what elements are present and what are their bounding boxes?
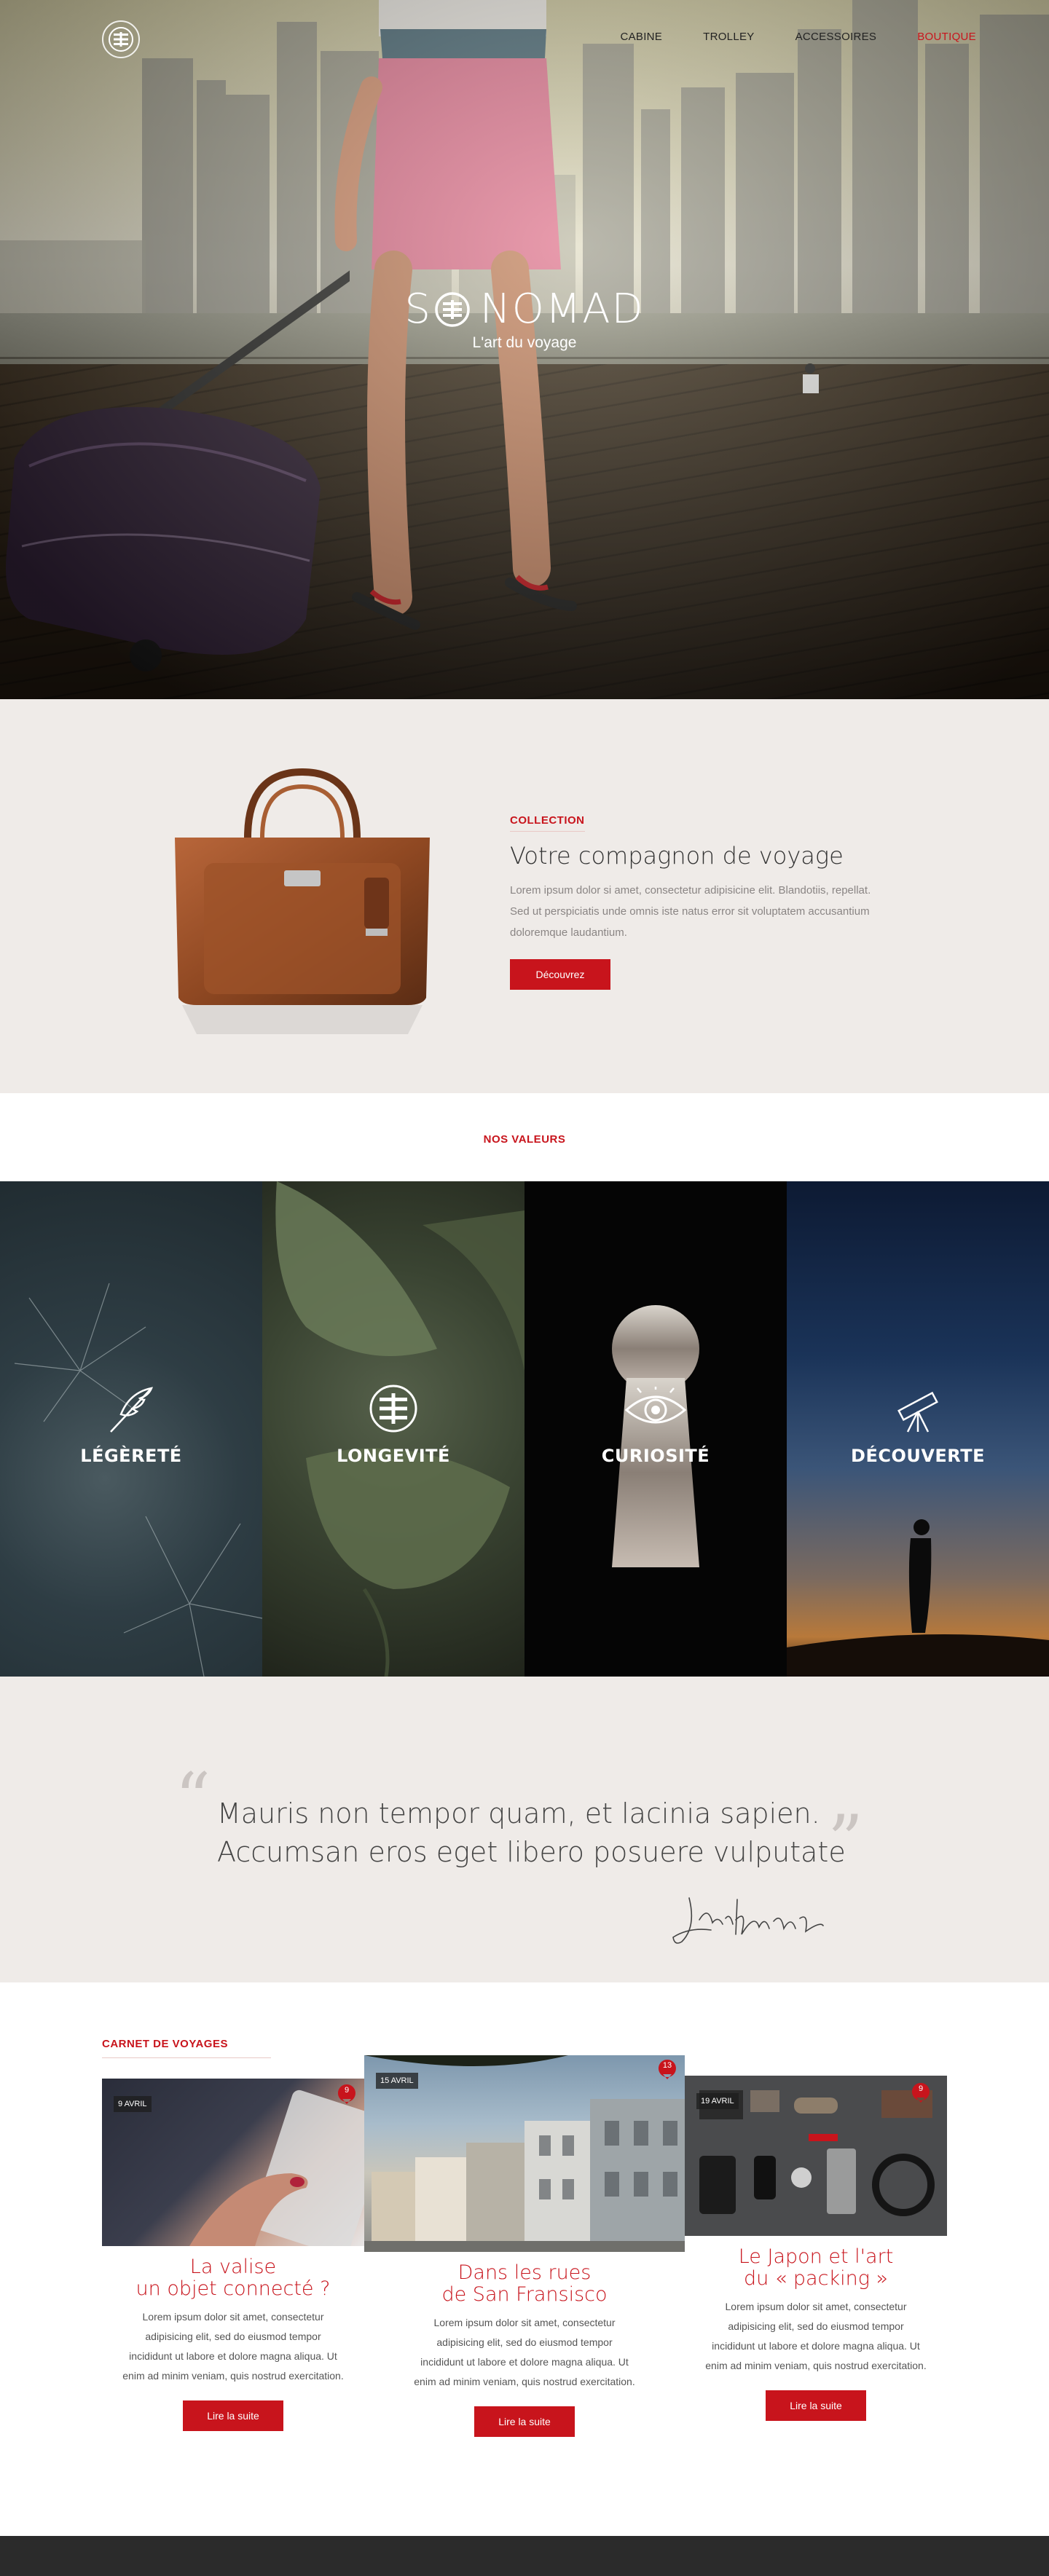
read-more-button[interactable]: Lire la suite xyxy=(474,2406,575,2437)
value-tile-decouverte[interactable]: DÉCOUVERTE xyxy=(787,1181,1049,1677)
brand-tagline: L'art du voyage xyxy=(472,334,577,351)
value-label: LÉGÈRETÉ xyxy=(80,1446,182,1466)
post-title[interactable]: La valise un objet connecté ? xyxy=(102,2256,364,2300)
brand-block: S NOMAD L'art du voyage xyxy=(0,285,1049,352)
post-excerpt: Lorem ipsum dolor sit amet, consectetur … xyxy=(122,2311,344,2382)
collection-section: COLLECTION Votre compagnon de voyage Lor… xyxy=(0,699,1049,1093)
brand-name-right: NOMAD xyxy=(479,285,645,333)
post-title-line2: un objet connecté ? xyxy=(135,2277,331,2300)
post-title[interactable]: Le Japon et l'art du « packing » xyxy=(685,2246,947,2290)
site-logo[interactable] xyxy=(102,20,140,58)
quote-close-mark: ” xyxy=(828,1800,864,1882)
nav-item-trolley[interactable]: TROLLEY xyxy=(703,31,754,43)
read-more-button[interactable]: Lire la suite xyxy=(766,2390,866,2421)
collection-eyebrow: COLLECTION xyxy=(510,814,585,832)
comment-count-badge[interactable]: 9 xyxy=(337,2083,357,2104)
product-image-bag[interactable] xyxy=(160,743,444,1063)
blog-post-card: 9 AVRIL 9 La valise un objet connecté ? L… xyxy=(102,2079,364,2431)
valeurs-heading: NOS VALEURS xyxy=(483,1133,566,1146)
value-tile-legerete[interactable]: LÉGÈRETÉ xyxy=(0,1181,262,1677)
nav-item-accessoires[interactable]: ACCESSOIRES xyxy=(795,31,877,43)
value-label: DÉCOUVERTE xyxy=(851,1446,985,1466)
hero-banner: CABINE TROLLEY ACCESSOIRES BOUTIQUE S NO… xyxy=(0,0,1049,699)
post-title-line1: Dans les rues xyxy=(457,2261,592,2284)
post-title-line1: La valise xyxy=(189,2256,277,2278)
blog-post-card: 19 AVRIL 9 Le Japon et l'art du « packing… xyxy=(685,2076,947,2421)
quote-open-mark: “ xyxy=(175,1758,211,1840)
brand-o-emblem-icon xyxy=(435,291,470,327)
carnet-section: CARNET DE VOYAGES 9 AVRIL 9 La valise un … xyxy=(0,1982,1049,2536)
post-excerpt: Lorem ipsum dolor sit amet, consectetur … xyxy=(705,2301,927,2371)
collection-title: Votre compagnon de voyage xyxy=(510,842,844,870)
main-nav: CABINE TROLLEY ACCESSOIRES BOUTIQUE xyxy=(579,31,976,43)
carnet-heading: CARNET DE VOYAGES xyxy=(102,2038,271,2058)
post-title-line2: de San Fransisco xyxy=(441,2283,608,2306)
post-title[interactable]: Dans les rues de San Fransisco xyxy=(364,2262,685,2306)
quote-line-2: Accumsan eros eget libero posuere vulput… xyxy=(217,1836,846,1868)
comment-count: 13 xyxy=(662,2061,672,2070)
post-excerpt: Lorem ipsum dolor sit amet, consectetur … xyxy=(414,2317,635,2387)
post-image[interactable]: 9 AVRIL 9 xyxy=(102,2079,364,2246)
nav-item-cabine[interactable]: CABINE xyxy=(620,31,662,43)
post-image[interactable]: 15 AVRIL 13 xyxy=(364,2055,685,2252)
read-more-button[interactable]: Lire la suite xyxy=(183,2400,283,2431)
longevity-emblem-icon xyxy=(109,27,133,52)
post-title-line1: Le Japon et l'art xyxy=(738,2245,894,2268)
quote-text: Mauris non tempor quam, et lacinia sapie… xyxy=(217,1795,846,1872)
collection-text: COLLECTION Votre compagnon de voyage Lor… xyxy=(510,814,889,990)
post-image[interactable]: 19 AVRIL 9 xyxy=(685,2076,947,2236)
quote-line-1: Mauris non tempor quam, et lacinia sapie… xyxy=(217,1797,820,1829)
valeurs-tiles: LÉGÈRETÉ LONGEVITÉ CURIOSITÉ DÉCOUVERTE xyxy=(0,1181,1049,1677)
site-footer xyxy=(0,2536,1049,2576)
value-label: CURIOSITÉ xyxy=(601,1446,710,1466)
post-date: 19 AVRIL xyxy=(696,2093,739,2109)
quote-section: “ Mauris non tempor quam, et lacinia sap… xyxy=(0,1677,1049,1982)
post-date: 9 AVRIL xyxy=(114,2096,152,2112)
post-date: 15 AVRIL xyxy=(376,2073,418,2089)
valeurs-heading-row: NOS VALEURS xyxy=(0,1093,1049,1181)
author-signature xyxy=(672,1897,824,1944)
value-label: LONGEVITÉ xyxy=(337,1446,450,1466)
telescope-icon xyxy=(885,1376,951,1441)
longevity-emblem-icon xyxy=(361,1376,426,1441)
value-tile-longevite[interactable]: LONGEVITÉ xyxy=(262,1181,524,1677)
brand-name-left: S xyxy=(404,285,432,333)
post-title-line2: du « packing » xyxy=(743,2267,889,2290)
value-tile-curiosite[interactable]: CURIOSITÉ xyxy=(524,1181,787,1677)
comment-count-badge[interactable]: 9 xyxy=(911,2081,931,2103)
comment-count: 9 xyxy=(918,2084,924,2093)
feather-icon xyxy=(98,1376,164,1441)
nav-item-boutique[interactable]: BOUTIQUE xyxy=(917,31,976,43)
discover-button[interactable]: Découvrez xyxy=(510,959,610,990)
comment-count: 9 xyxy=(344,2086,350,2095)
blog-post-card: 15 AVRIL 13 Dans les rues de San Fransisc… xyxy=(364,2055,685,2437)
comment-count-badge[interactable]: 13 xyxy=(657,2058,677,2079)
eye-icon xyxy=(623,1376,688,1441)
collection-body: Lorem ipsum dolor si amet, consectetur a… xyxy=(510,884,871,939)
brand-name: S NOMAD xyxy=(404,285,644,333)
